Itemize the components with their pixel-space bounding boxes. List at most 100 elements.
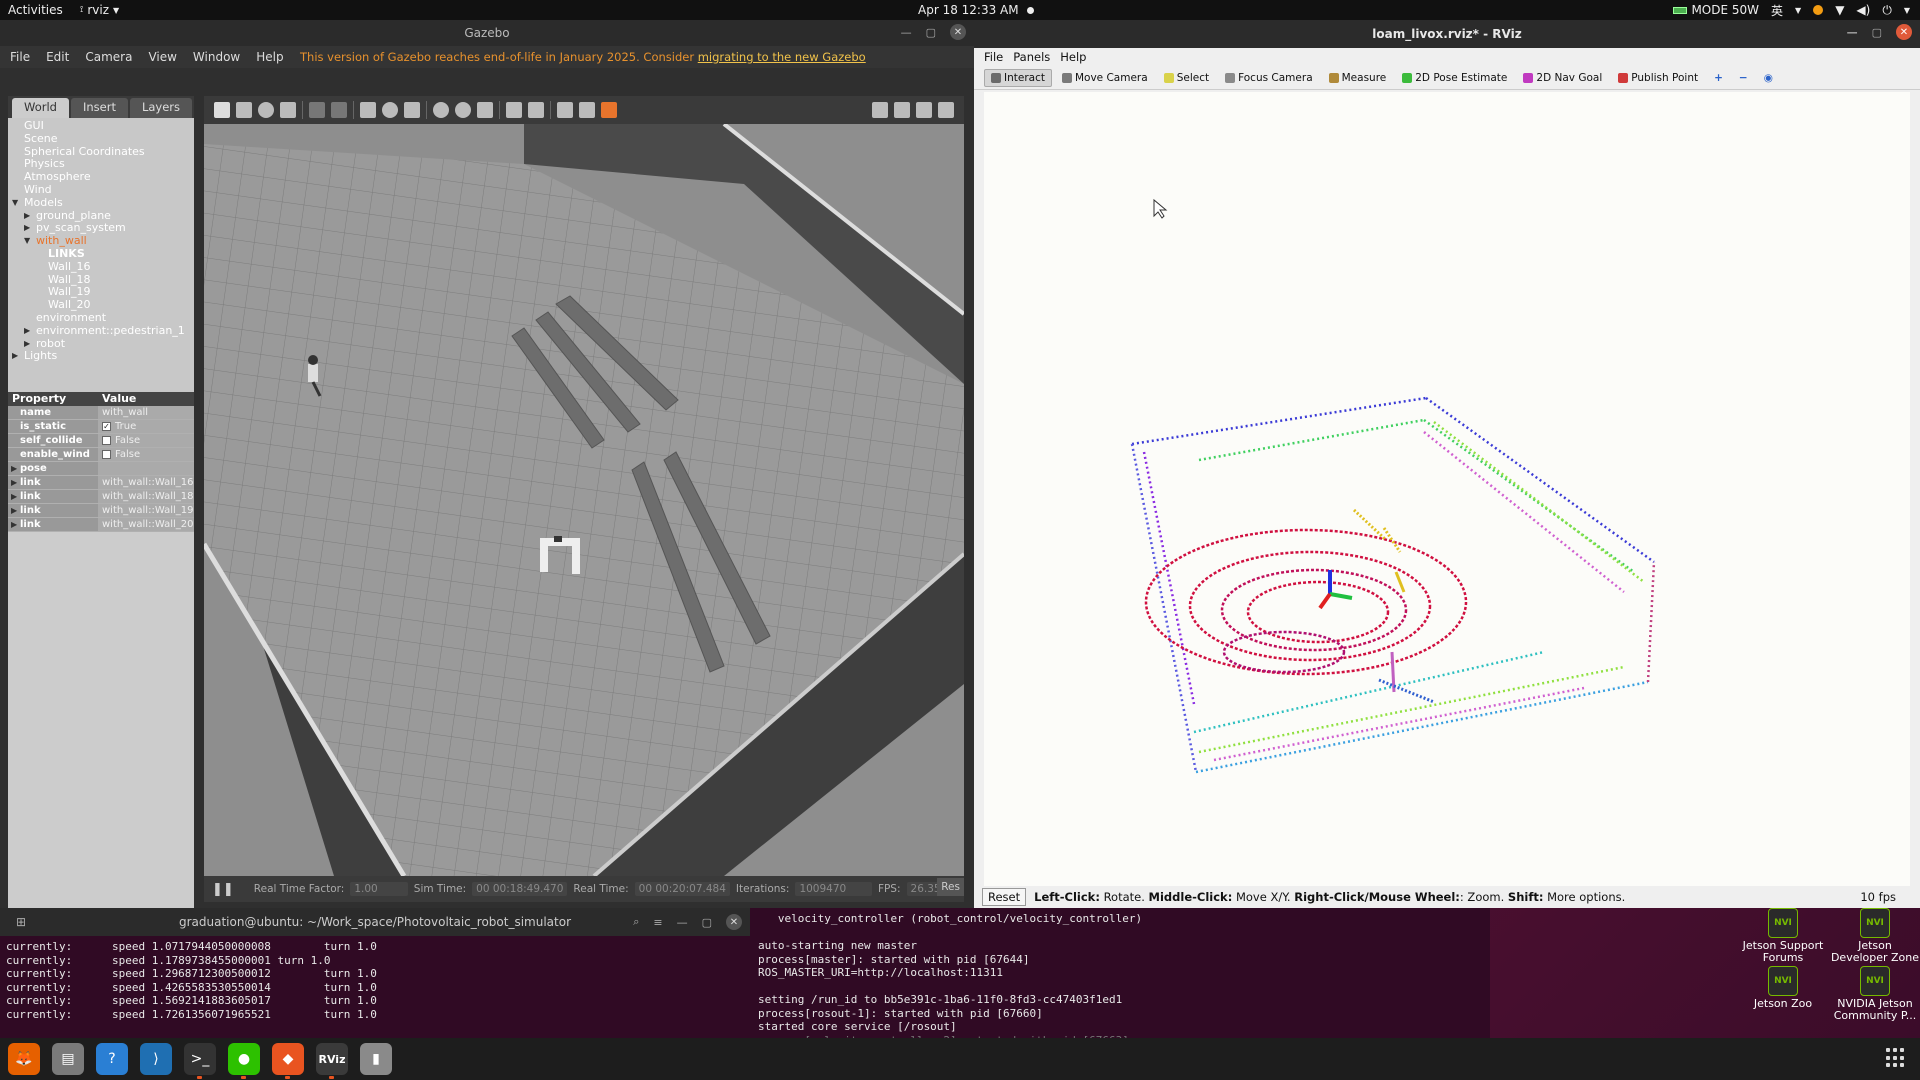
log-icon[interactable]	[894, 102, 910, 118]
menu-view[interactable]: View	[148, 50, 176, 64]
property-row[interactable]: name with_wall	[8, 406, 194, 420]
tree-item[interactable]: ▼ with_wall	[8, 234, 194, 248]
property-row[interactable]: ▶ link with_wall::Wall_19	[8, 504, 194, 518]
box-shape-icon[interactable]	[360, 102, 376, 118]
terminal-title-bar[interactable]: ⊞ graduation@ubuntu: ~/Work_space/Photov…	[0, 908, 750, 936]
desktop-icon-jetson-developer-zone[interactable]: NVI Jetson Developer Zone	[1830, 908, 1920, 964]
tree-item[interactable]: Wall_19	[8, 286, 194, 299]
activities-button[interactable]: Activities	[8, 3, 63, 17]
dock-terminal[interactable]: >_	[184, 1043, 216, 1079]
tree-item[interactable]: GUI	[8, 119, 194, 133]
system-tray[interactable]: MODE 50W 英 ▼ ▼ ◀) ⏻ ▼	[1673, 2, 1910, 19]
tool-select[interactable]: Select	[1158, 70, 1215, 86]
tool-measure[interactable]: Measure	[1323, 70, 1393, 86]
tree-item[interactable]: Scene	[8, 132, 194, 146]
point-light-icon[interactable]	[433, 102, 449, 118]
desktop-icon-jetson-zoo[interactable]: NVI Jetson Zoo	[1738, 966, 1828, 1010]
collapsed-arrow-icon[interactable]: ▶	[11, 504, 17, 518]
close-icon[interactable]: ✕	[1896, 24, 1912, 40]
minimize-icon[interactable]: —	[677, 916, 688, 929]
property-row[interactable]: enable_wind False	[8, 448, 194, 462]
tree-item[interactable]: ▼ Models	[8, 196, 194, 210]
tree-item[interactable]: Wind	[8, 183, 194, 197]
app-menu[interactable]: ⟟ rviz ▼	[80, 3, 119, 17]
tool-focus-camera[interactable]: Focus Camera	[1219, 70, 1319, 86]
snap-icon[interactable]	[579, 102, 595, 118]
terminal-roslaunch[interactable]: velocity_controller (robot_control/veloc…	[750, 908, 1490, 1047]
search-icon[interactable]: ⌕	[633, 915, 639, 929]
tab-world[interactable]: World	[12, 98, 69, 118]
collapsed-arrow-icon[interactable]: ▶	[11, 462, 17, 476]
reset-time-button[interactable]: Res	[937, 878, 964, 896]
property-row[interactable]: self_collide False	[8, 434, 194, 448]
remove-tool-icon[interactable]: −	[1739, 72, 1748, 84]
collapsed-arrow-icon[interactable]: ▶	[24, 222, 30, 235]
menu-edit[interactable]: Edit	[46, 50, 69, 64]
gazebo-3d-viewport[interactable]	[204, 124, 964, 876]
tool-interact[interactable]: Interact	[984, 68, 1052, 87]
minimize-icon[interactable]: —	[1847, 26, 1858, 39]
dock-usb[interactable]: ▮	[360, 1043, 392, 1075]
wifi-icon[interactable]: ▼	[1835, 3, 1844, 17]
tree-item[interactable]: LINKS	[8, 247, 194, 261]
menu-panels[interactable]: Panels	[1013, 50, 1050, 64]
menu-window[interactable]: Window	[193, 50, 240, 64]
property-row[interactable]: ▶ link with_wall::Wall_16	[8, 476, 194, 490]
desktop-icon-jetson-support-forums[interactable]: NVI Jetson Support Forums	[1738, 908, 1828, 964]
dock-software[interactable]: ◆	[272, 1043, 304, 1079]
power-icon[interactable]: ⏻	[1882, 3, 1892, 18]
gazebo-title-bar[interactable]: Gazebo — ▢ ✕	[0, 20, 974, 46]
rviz-title-bar[interactable]: loam_livox.rviz* - RViz — ▢ ✕	[974, 20, 1920, 48]
undo-icon[interactable]	[309, 102, 325, 118]
copy-icon[interactable]	[506, 102, 522, 118]
collapsed-arrow-icon[interactable]: ▶	[24, 210, 30, 223]
new-tab-icon[interactable]: ⊞	[16, 915, 26, 929]
dock-vscode[interactable]: ⟩	[140, 1043, 172, 1075]
rotate-mode-icon[interactable]	[258, 102, 274, 118]
tool-properties-icon[interactable]: ◉	[1764, 72, 1773, 84]
update-notifier-icon[interactable]	[1813, 5, 1824, 15]
checkbox[interactable]	[102, 436, 111, 445]
property-row[interactable]: is_static ✓ True	[8, 420, 194, 434]
property-row[interactable]: ▶ link with_wall::Wall_20	[8, 518, 194, 532]
desktop-icon-nvidia-jetson-community[interactable]: NVI NVIDIA Jetson Community P...	[1830, 966, 1920, 1022]
show-applications-icon[interactable]	[1886, 1048, 1906, 1068]
property-row[interactable]: ▶ pose	[8, 462, 194, 476]
directional-light-icon[interactable]	[477, 102, 493, 118]
collapsed-arrow-icon[interactable]: ▶	[12, 350, 18, 363]
tree-item[interactable]: ▶ environment::pedestrian_1	[8, 324, 194, 338]
expanded-arrow-icon[interactable]: ▼	[12, 197, 18, 210]
cylinder-shape-icon[interactable]	[404, 102, 420, 118]
collapsed-arrow-icon[interactable]: ▶	[11, 476, 17, 490]
change-view-icon[interactable]	[601, 102, 617, 118]
clock[interactable]: Apr 18 12:33 AM	[918, 3, 1034, 17]
menu-file[interactable]: File	[984, 50, 1003, 64]
power-mode-indicator[interactable]: MODE 50W	[1673, 3, 1759, 17]
tab-layers[interactable]: Layers	[129, 98, 193, 118]
close-icon[interactable]: ✕	[726, 914, 742, 930]
tool-nav-goal[interactable]: 2D Nav Goal	[1517, 70, 1608, 86]
tree-item[interactable]: Wall_16	[8, 260, 194, 274]
paste-icon[interactable]	[528, 102, 544, 118]
tab-insert[interactable]: Insert	[70, 98, 128, 118]
menu-file[interactable]: File	[10, 50, 30, 64]
tree-item[interactable]: Wall_18	[8, 273, 194, 287]
tool-pose-estimate[interactable]: 2D Pose Estimate	[1396, 70, 1513, 86]
rviz-3d-viewport[interactable]	[984, 92, 1910, 892]
collapsed-arrow-icon[interactable]: ▶	[24, 325, 30, 338]
add-tool-icon[interactable]: +	[1714, 72, 1723, 84]
close-icon[interactable]: ✕	[950, 24, 966, 40]
maximize-icon[interactable]: ▢	[1872, 26, 1882, 39]
video-record-icon[interactable]	[938, 102, 954, 118]
tool-move-camera[interactable]: Move Camera	[1056, 70, 1154, 86]
screenshot-icon[interactable]	[872, 102, 888, 118]
expanded-arrow-icon[interactable]: ▼	[24, 235, 30, 248]
spot-light-icon[interactable]	[455, 102, 471, 118]
menu-camera[interactable]: Camera	[85, 50, 132, 64]
sphere-shape-icon[interactable]	[382, 102, 398, 118]
dock-help[interactable]: ?	[96, 1043, 128, 1075]
checkbox[interactable]	[102, 450, 111, 459]
reset-button[interactable]: Reset	[982, 888, 1027, 906]
dock-files[interactable]: ▤	[52, 1043, 84, 1075]
tree-item[interactable]: environment	[8, 311, 194, 325]
